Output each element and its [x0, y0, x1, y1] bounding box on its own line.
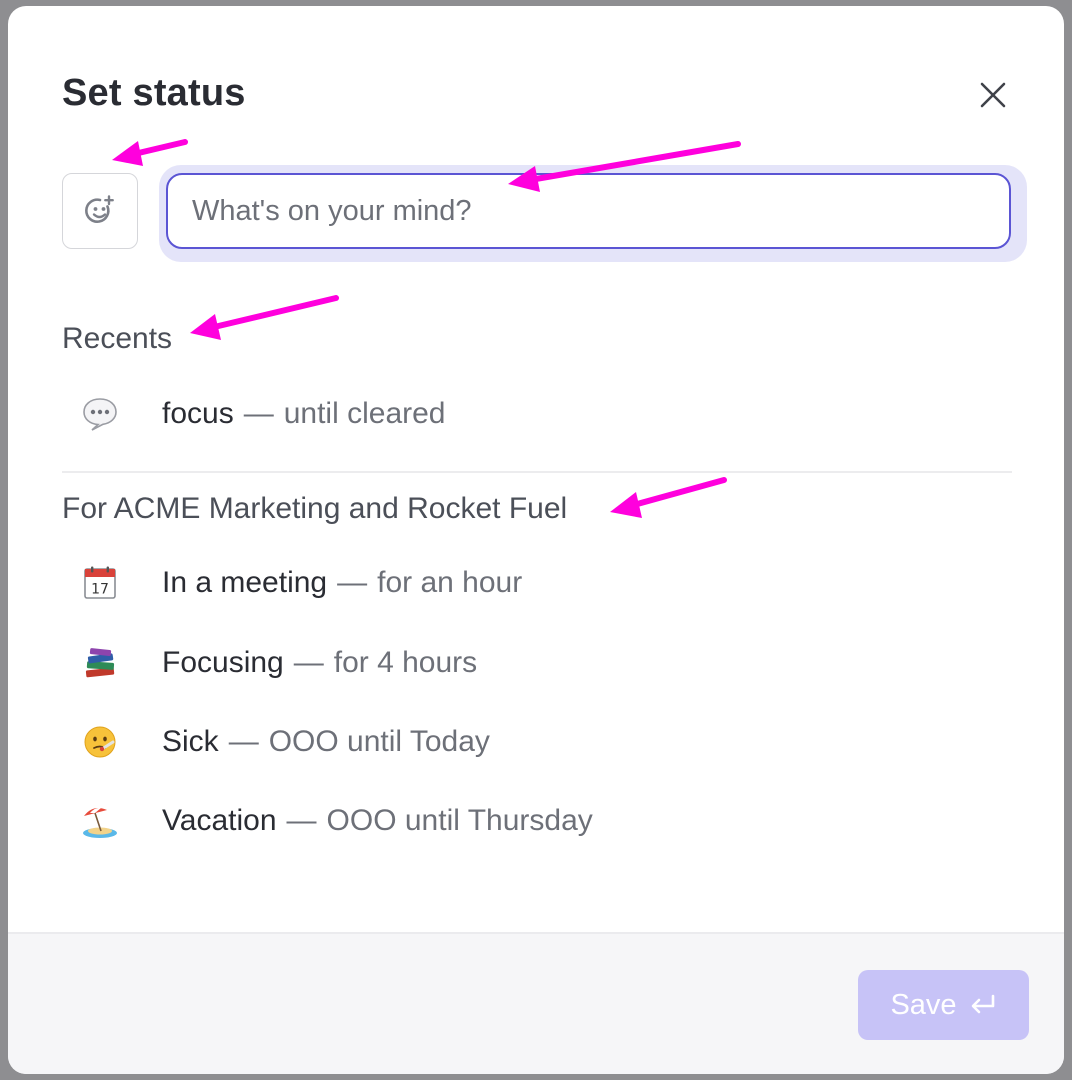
status-label: Focusing — [162, 646, 284, 679]
status-separator: — — [228, 725, 259, 758]
status-message-input[interactable] — [166, 173, 1011, 249]
calendar-icon: 17 — [62, 565, 138, 601]
recents-heading: Recents — [62, 322, 173, 355]
dialog-footer: Save — [8, 932, 1064, 1074]
books-icon — [62, 645, 138, 681]
dialog-title: Set status — [62, 72, 246, 114]
status-separator: — — [286, 804, 317, 837]
save-label: Save — [890, 988, 957, 1021]
status-label: Vacation — [162, 804, 277, 837]
set-status-dialog: Set status Recents focus — — [8, 6, 1064, 1074]
status-label: focus — [162, 397, 234, 430]
preset-status-vacation[interactable]: Vacation — OOO until Thursday — [62, 789, 1012, 853]
status-duration: OOO until Today — [268, 725, 490, 758]
status-label: In a meeting — [162, 566, 328, 599]
close-button[interactable] — [972, 74, 1014, 116]
save-button[interactable]: Save — [858, 970, 1029, 1040]
return-icon — [971, 994, 994, 1014]
close-icon[interactable] — [978, 80, 1008, 110]
svg-text:17: 17 — [91, 582, 109, 598]
status-duration: until cleared — [283, 397, 446, 430]
status-separator: — — [293, 646, 324, 679]
preset-status-sick[interactable]: Sick — OOO until Today — [62, 710, 1012, 774]
status-duration: for 4 hours — [333, 646, 478, 679]
status-separator: — — [243, 397, 274, 430]
preset-status-focusing[interactable]: Focusing — for 4 hours — [62, 631, 1012, 695]
status-label: Sick — [162, 725, 219, 758]
status-duration: for an hour — [377, 566, 523, 599]
beach-with-umbrella-icon — [62, 802, 138, 840]
recent-status-focus[interactable]: focus — until cleared — [62, 382, 1012, 446]
workspace-heading: For ACME Marketing and Rocket Fuel — [62, 492, 568, 525]
face-with-thermometer-icon — [62, 724, 138, 760]
preset-status-meeting[interactable]: 17 In a meeting — for an hour — [62, 551, 1012, 615]
section-divider — [62, 471, 1012, 473]
emoji-add-icon — [85, 195, 114, 223]
status-duration: OOO until Thursday — [326, 804, 593, 837]
emoji-picker-button[interactable] — [62, 173, 138, 249]
status-separator: — — [337, 566, 368, 599]
speech-balloon-icon — [62, 395, 138, 433]
